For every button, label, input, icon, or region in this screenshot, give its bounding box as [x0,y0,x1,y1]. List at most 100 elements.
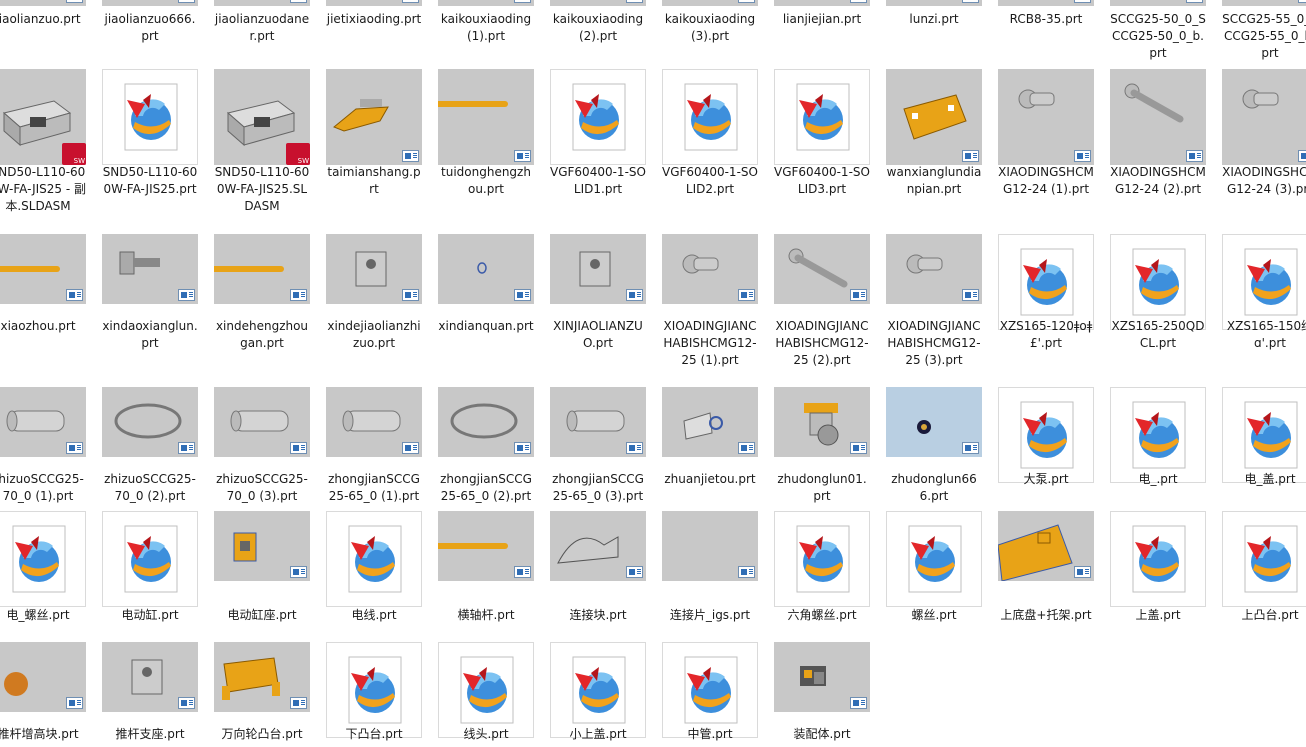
file-name-label: XIOADINGJIANCHABISHCMG12-25 (1).prt [663,319,757,367]
thumbnail-overlay-icon [1074,566,1091,578]
file-name-label: xindehengzhougan.prt [215,319,309,350]
thumbnail-overlay-icon [1186,150,1203,162]
nx-part-icon [1222,387,1306,483]
file-name-label: tuidonghengzhou.prt [441,165,531,196]
rod-orange-icon [0,234,86,304]
connector-block-icon [550,511,646,581]
thumbnail-overlay-icon [850,289,867,301]
file-name-label: XIAODINGSHCMG12-24 (3).prt [1222,165,1306,196]
part-gray-icon [102,0,198,6]
file-name-label: XINJIAOLIANZUO.prt [553,319,643,350]
cylinder-icon [214,387,310,457]
rod-orange-icon [438,69,534,165]
thumbnail-overlay-icon [738,289,755,301]
thumbnail-overlay-icon [962,289,979,301]
file-name-label: VGF60400-1-SOLID1.prt [550,165,646,196]
thumbnail-overlay-icon [962,442,979,454]
file-name-label: xindaoxianglun.prt [102,319,198,350]
file-name-label: SND50-L110-600W-FA-JIS25.SLDASM [214,165,310,213]
file-name-label: 上盖.prt [1135,608,1181,622]
thumbnail-overlay-icon [850,0,867,3]
file-name-label: XZS165-250QDCL.prt [1111,319,1205,350]
thumbnail-overlay-icon [626,566,643,578]
file-name-label: zhongjianSCCG25-65_0 (1).prt [328,472,420,503]
file-name-label: XIOADINGJIANCHABISHCMG12-25 (3).prt [887,319,981,367]
thumbnail-overlay-icon [626,0,643,3]
thumbnail-overlay-icon [514,289,531,301]
file-name-label: 电动缸.prt [121,608,179,622]
file-name-label: zhongjianSCCG25-65_0 (3).prt [552,472,644,503]
thumbnail-overlay-icon [1074,0,1091,3]
nx-part-icon [0,511,86,607]
file-name-label: xiaozhou.prt [0,319,76,333]
nx-part-icon [1222,511,1306,607]
file-name-label: kaikouxiaoding(1).prt [440,12,532,43]
thumbnail-overlay-icon [1298,150,1306,162]
file-name-label: 电_螺丝.prt [6,608,70,622]
thumbnail-overlay-icon [290,289,307,301]
thumbnail-overlay-icon [402,0,419,3]
plate-orange-icon [886,69,982,165]
thumbnail-overlay-icon [514,150,531,162]
file-name-label: 小上盖.prt [569,727,627,741]
part-gray-icon [1222,0,1306,6]
nx-part-icon [1110,511,1206,607]
file-name-label: 上底盘+托架.prt [1000,608,1092,622]
nx-part-icon [102,69,198,165]
file-name-label: 电线.prt [351,608,397,622]
file-name-label: zhizuoSCCG25-70_0 (3).prt [216,472,308,503]
file-name-label: jiaolianzuodaner.prt [214,12,310,43]
file-name-label: xindianquan.prt [438,319,534,333]
nx-part-icon [662,69,758,165]
file-name-label: 电动缸座.prt [227,608,297,622]
file-name-label: 线头.prt [463,727,509,741]
tray-orange-icon [998,511,1094,581]
part-gray-icon [550,0,646,6]
nx-part-icon [550,642,646,738]
file-name-label: jiaolianzuo.prt [0,12,81,26]
pin-icon [662,234,758,304]
file-name-label: 中管.prt [687,727,733,741]
thumbnail-overlay-icon [738,442,755,454]
thumbnail-overlay-icon [66,289,83,301]
motor-seat-icon [214,511,310,581]
rod-orange-icon [214,234,310,304]
nx-part-icon [326,511,422,607]
caster-icon [774,387,870,457]
part-gray-icon [886,0,982,6]
cylinder-icon [326,387,422,457]
file-name-label: zhizuoSCCG25-70_0 (1).prt [0,472,84,503]
thumbnail-overlay-icon [1298,0,1306,3]
solidworks-badge-icon: SW [62,143,86,165]
thumbnail-overlay-icon [850,442,867,454]
bolt-icon [102,234,198,304]
blank-part-icon [662,511,758,581]
file-name-label: SCCG25-50_0_SCCG25-50_0_b.prt [1110,12,1206,60]
nx-part-icon [1110,387,1206,483]
thumbnail-overlay-icon [178,289,195,301]
bracket-orange-icon [326,69,422,165]
thumbnail-overlay-icon [178,697,195,709]
file-name-label: lianjiejian.prt [782,12,862,26]
file-name-label: XZS165-120ǂoǂ£'.prt [999,319,1093,350]
part-gray-icon [662,0,758,6]
file-name-label: 推杆支座.prt [115,727,185,741]
assembly-box-icon: SW [0,69,86,165]
file-name-label: 连接块.prt [569,608,627,622]
thumbnail-overlay-icon [402,442,419,454]
nx-part-icon [102,511,198,607]
file-name-label: zhudonglun01.prt [777,472,867,503]
thumbnail-overlay-icon [626,442,643,454]
file-name-label: XIAODINGSHCMG12-24 (2).prt [1110,165,1206,196]
thumbnail-overlay-icon [290,442,307,454]
cylinder-icon [550,387,646,457]
thumbnail-overlay-icon [1186,0,1203,3]
file-icon-grid: jiaolianzuo.prt jiaolianzuo666.prt jiaolia… [0,0,1306,747]
file-name-label: 万向轮凸台.prt [221,727,303,741]
solidworks-badge-icon: SW [286,143,310,165]
file-name-label: 推杆增高块.prt [0,727,79,741]
file-name-label: XZS165-150缁ɑ'.prt [1226,319,1306,350]
thumbnail-overlay-icon [738,566,755,578]
disc-orange-icon [0,642,86,712]
pin-icon [998,69,1094,165]
